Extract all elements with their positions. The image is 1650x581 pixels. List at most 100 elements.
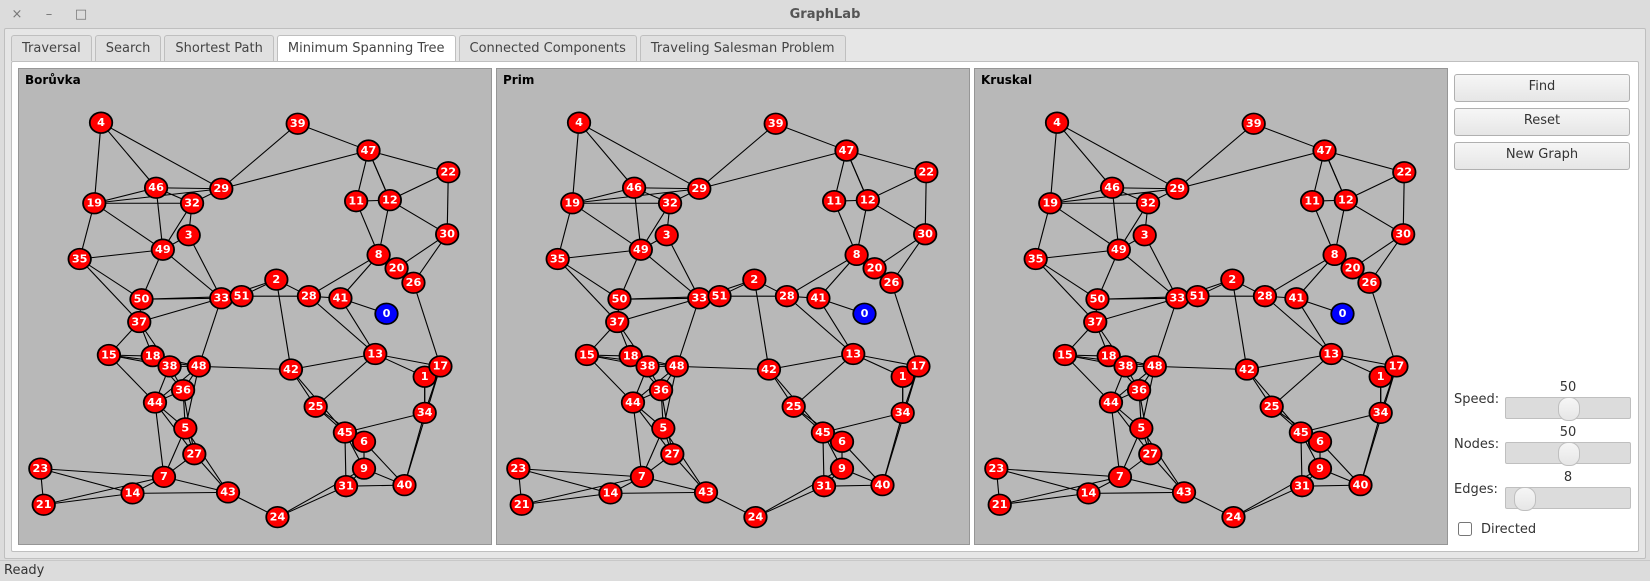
graph-node-25[interactable]: 25 <box>304 396 326 417</box>
graph-node-44[interactable]: 44 <box>144 392 166 413</box>
graph-node-36[interactable]: 36 <box>1128 380 1150 401</box>
graph-node-14[interactable]: 14 <box>121 483 143 504</box>
graph-node-49[interactable]: 49 <box>630 239 652 260</box>
graph-node-4[interactable]: 4 <box>1046 112 1068 133</box>
graph-node-31[interactable]: 31 <box>813 476 835 497</box>
graph-node-7[interactable]: 7 <box>153 467 175 488</box>
graph-node-30[interactable]: 30 <box>436 224 458 245</box>
graph-node-36[interactable]: 36 <box>172 380 194 401</box>
find-button[interactable]: Find <box>1454 74 1630 102</box>
graph-node-44[interactable]: 44 <box>1100 392 1122 413</box>
graph-node-49[interactable]: 49 <box>152 239 174 260</box>
graph-node-30[interactable]: 30 <box>1392 224 1414 245</box>
graph-node-37[interactable]: 37 <box>1084 312 1106 333</box>
graph-node-23[interactable]: 23 <box>985 458 1007 479</box>
graph-node-21[interactable]: 21 <box>510 494 532 515</box>
graph-node-28[interactable]: 28 <box>1254 286 1276 307</box>
graph-node-45[interactable]: 45 <box>334 422 356 443</box>
edges-slider[interactable] <box>1505 487 1631 509</box>
graph-node-45[interactable]: 45 <box>1290 422 1312 443</box>
graph-node-47[interactable]: 47 <box>835 140 857 161</box>
graph-node-3[interactable]: 3 <box>1133 225 1155 246</box>
tab-search[interactable]: Search <box>95 35 162 61</box>
graph-node-45[interactable]: 45 <box>812 422 834 443</box>
graph-node-27[interactable]: 27 <box>1139 444 1161 465</box>
graph-node-31[interactable]: 31 <box>1291 476 1313 497</box>
graph-node-9[interactable]: 9 <box>831 458 853 479</box>
close-icon[interactable]: × <box>10 7 24 22</box>
directed-checkbox[interactable] <box>1458 522 1472 536</box>
tab-connected-components[interactable]: Connected Components <box>459 35 637 61</box>
graph-node-19[interactable]: 19 <box>83 193 105 214</box>
graph-node-37[interactable]: 37 <box>606 312 628 333</box>
graph-node-15[interactable]: 15 <box>576 345 598 366</box>
graph-node-42[interactable]: 42 <box>280 359 302 380</box>
graph-node-48[interactable]: 48 <box>666 356 688 377</box>
graph-node-13[interactable]: 13 <box>1320 344 1342 365</box>
graph-node-33[interactable]: 33 <box>210 288 232 309</box>
graph-node-51[interactable]: 51 <box>708 286 730 307</box>
graph-node-48[interactable]: 48 <box>1144 356 1166 377</box>
graph-node-0[interactable]: 0 <box>1331 303 1353 324</box>
graph-node-11[interactable]: 11 <box>823 191 845 212</box>
speed-slider[interactable] <box>1505 397 1631 419</box>
graph-node-0[interactable]: 0 <box>375 303 397 324</box>
graph-node-33[interactable]: 33 <box>688 288 710 309</box>
graph-node-17[interactable]: 17 <box>907 356 929 377</box>
tab-shortest-path[interactable]: Shortest Path <box>164 35 273 61</box>
graph-node-50[interactable]: 50 <box>130 289 152 310</box>
graph-node-8[interactable]: 8 <box>845 245 867 266</box>
graph-node-22[interactable]: 22 <box>915 162 937 183</box>
graph-node-2[interactable]: 2 <box>1221 269 1243 290</box>
graph-node-26[interactable]: 26 <box>402 272 424 293</box>
graph-node-48[interactable]: 48 <box>188 356 210 377</box>
graph-node-29[interactable]: 29 <box>1166 178 1188 199</box>
graph-node-9[interactable]: 9 <box>353 458 375 479</box>
graph-node-12[interactable]: 12 <box>1335 190 1357 211</box>
graph-node-27[interactable]: 27 <box>183 444 205 465</box>
tab-traveling-salesman-problem[interactable]: Traveling Salesman Problem <box>640 35 846 61</box>
graph-node-3[interactable]: 3 <box>655 225 677 246</box>
graph-node-21[interactable]: 21 <box>988 494 1010 515</box>
graph-node-8[interactable]: 8 <box>367 245 389 266</box>
graph-node-41[interactable]: 41 <box>1285 288 1307 309</box>
graph-node-4[interactable]: 4 <box>90 112 112 133</box>
graph-node-3[interactable]: 3 <box>177 225 199 246</box>
graph-node-33[interactable]: 33 <box>1166 288 1188 309</box>
nodes-slider[interactable] <box>1505 442 1631 464</box>
graph-node-38[interactable]: 38 <box>158 356 180 377</box>
graph-node-5[interactable]: 5 <box>1130 418 1152 439</box>
graph-node-28[interactable]: 28 <box>298 286 320 307</box>
graph-node-50[interactable]: 50 <box>608 289 630 310</box>
graph-node-8[interactable]: 8 <box>1323 245 1345 266</box>
graph-node-41[interactable]: 41 <box>807 288 829 309</box>
graph-node-12[interactable]: 12 <box>857 190 879 211</box>
graph-node-41[interactable]: 41 <box>329 288 351 309</box>
graph-node-13[interactable]: 13 <box>842 344 864 365</box>
graph-node-38[interactable]: 38 <box>636 356 658 377</box>
newgraph-button[interactable]: New Graph <box>1454 142 1630 170</box>
graph-node-2[interactable]: 2 <box>743 269 765 290</box>
graph-node-11[interactable]: 11 <box>1301 191 1323 212</box>
graph-node-17[interactable]: 17 <box>1385 356 1407 377</box>
graph-node-24[interactable]: 24 <box>266 507 288 528</box>
graph-node-32[interactable]: 32 <box>659 193 681 214</box>
graph-node-35[interactable]: 35 <box>68 249 90 270</box>
graph-node-22[interactable]: 22 <box>1393 162 1415 183</box>
graph-node-51[interactable]: 51 <box>230 286 252 307</box>
graph-node-26[interactable]: 26 <box>1358 272 1380 293</box>
graph-node-7[interactable]: 7 <box>631 467 653 488</box>
graph-node-15[interactable]: 15 <box>1054 345 1076 366</box>
graph-node-14[interactable]: 14 <box>1077 483 1099 504</box>
graph-node-47[interactable]: 47 <box>1313 140 1335 161</box>
graph-node-46[interactable]: 46 <box>623 177 645 198</box>
graph-node-42[interactable]: 42 <box>1236 359 1258 380</box>
graph-node-19[interactable]: 19 <box>561 193 583 214</box>
graph-node-39[interactable]: 39 <box>286 113 308 134</box>
graph-node-40[interactable]: 40 <box>393 475 415 496</box>
graph-node-43[interactable]: 43 <box>217 482 239 503</box>
directed-row[interactable]: Directed <box>1454 519 1630 539</box>
graph-node-29[interactable]: 29 <box>210 178 232 199</box>
graph-node-19[interactable]: 19 <box>1039 193 1061 214</box>
graph-node-34[interactable]: 34 <box>413 403 435 424</box>
